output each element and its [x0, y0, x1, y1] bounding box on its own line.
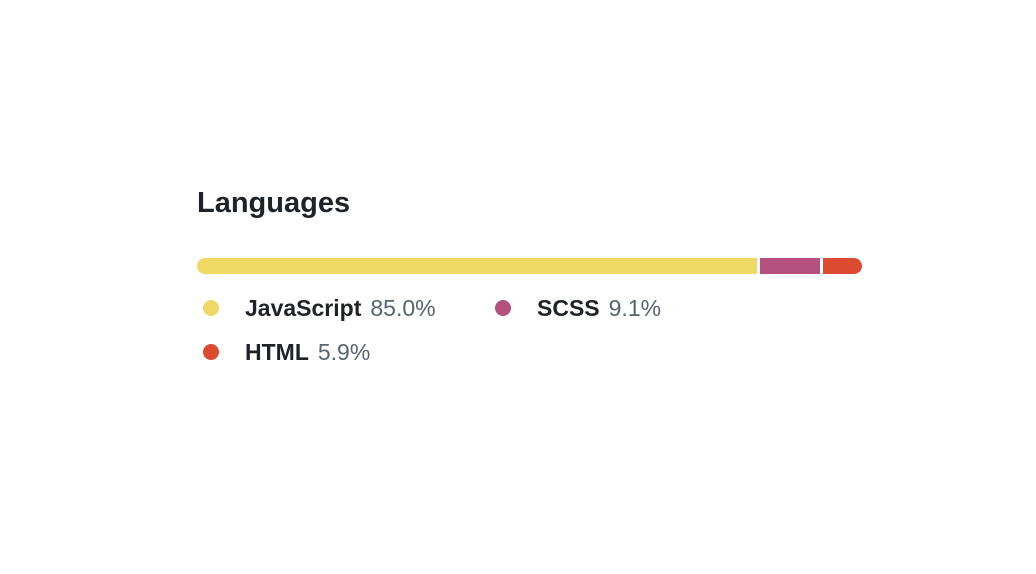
language-bar: [197, 258, 862, 274]
languages-panel: Languages JavaScript 85.0% SCSS 9.1% HTM…: [197, 183, 862, 384]
language-percent: 5.9%: [317, 338, 371, 365]
language-percent: 9.1%: [608, 294, 662, 321]
language-bar-segment-javascript[interactable]: [197, 258, 758, 274]
language-name: SCSS: [537, 294, 600, 321]
language-item-html[interactable]: HTML 5.9%: [203, 338, 370, 366]
scss-color-dot-icon: [495, 300, 511, 316]
javascript-color-dot-icon: [203, 300, 219, 316]
language-item-scss[interactable]: SCSS 9.1%: [495, 294, 661, 322]
language-item-javascript[interactable]: JavaScript 85.0%: [203, 294, 436, 322]
language-percent: 85.0%: [370, 294, 436, 321]
language-bar-segment-scss[interactable]: [760, 258, 821, 274]
language-list: JavaScript 85.0% SCSS 9.1% HTML 5.9%: [197, 274, 862, 384]
language-bar-segment-html[interactable]: [823, 258, 862, 274]
language-name: HTML: [245, 338, 309, 365]
html-color-dot-icon: [203, 344, 219, 360]
language-name: JavaScript: [245, 294, 362, 321]
panel-title: Languages: [197, 187, 351, 219]
